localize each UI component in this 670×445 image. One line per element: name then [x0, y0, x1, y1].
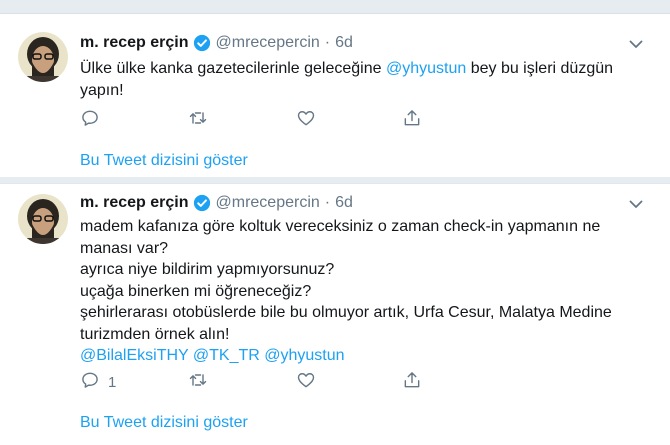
- verified-badge-icon: [193, 194, 211, 212]
- show-thread-link[interactable]: Bu Tweet dizisini göster: [80, 152, 248, 170]
- heart-icon: [296, 370, 316, 394]
- separator: ·: [324, 34, 331, 51]
- share-button[interactable]: [402, 370, 422, 394]
- author-name[interactable]: m. recep erçin: [80, 194, 189, 212]
- retweet-button[interactable]: [188, 108, 208, 132]
- tweet-text: madem kafanıza göre koltuk vereceksiniz …: [80, 216, 650, 367]
- tweet-header: m. recep erçin @mrecepercin · 6d: [80, 192, 353, 214]
- heart-icon: [296, 108, 316, 132]
- mention-link[interactable]: @yhyustun: [264, 347, 344, 364]
- reply-icon: [80, 108, 100, 132]
- avatar[interactable]: [18, 32, 68, 82]
- tweet-text-part: bey bu işleri düzgün: [466, 60, 614, 77]
- retweet-icon: [188, 370, 208, 394]
- chevron-down-icon[interactable]: [628, 196, 644, 212]
- tweet-text-line: madem kafanıza göre koltuk vereceksiniz …: [80, 218, 601, 235]
- author-handle[interactable]: @mrecepercin: [216, 34, 320, 52]
- reply-icon: [80, 370, 100, 394]
- author-handle[interactable]: @mrecepercin: [216, 194, 320, 212]
- mention-link[interactable]: @yhyustun: [386, 60, 466, 77]
- mention-link[interactable]: @TK_TR: [193, 347, 260, 364]
- share-button[interactable]: [402, 108, 422, 132]
- share-icon: [402, 108, 422, 132]
- tweet-actions: [80, 108, 440, 132]
- top-divider-strip: [0, 0, 670, 14]
- chevron-down-icon[interactable]: [628, 36, 644, 52]
- tweet-text-part: Ülke ülke kanka gazetecilerinle geleceği…: [80, 60, 386, 77]
- separator: ·: [324, 194, 331, 211]
- timestamp[interactable]: 6d: [335, 34, 353, 52]
- tweet-text-line: ayrıca niye bildirim yapmıyorsunuz?: [80, 261, 335, 278]
- retweet-button[interactable]: [188, 370, 208, 394]
- tweet-text-line: yapın!: [80, 81, 124, 99]
- retweet-icon: [188, 108, 208, 132]
- tweet-1[interactable]: m. recep erçin @mrecepercin · 6d Ülke ül…: [0, 14, 670, 184]
- tweet-divider: [0, 177, 670, 183]
- verified-badge-icon: [193, 34, 211, 52]
- show-thread-link[interactable]: Bu Tweet dizisini göster: [80, 414, 248, 432]
- tweet-2[interactable]: m. recep erçin @mrecepercin · 6d madem k…: [0, 184, 670, 445]
- mention-link[interactable]: @BilalEksiTHY: [80, 347, 188, 364]
- tweet-text-line: şehirlerarası otobüslerde bile bu olmuyo…: [80, 304, 612, 321]
- tweet-text-line: turizmden örnek alın!: [80, 325, 230, 343]
- reply-button[interactable]: [80, 108, 108, 132]
- like-button[interactable]: [296, 108, 316, 132]
- timestamp[interactable]: 6d: [335, 194, 353, 212]
- tweet-text-line: uçağa binerken mi öğreneceğiz?: [80, 282, 312, 300]
- reply-button[interactable]: 1: [80, 370, 116, 394]
- reply-count: 1: [108, 373, 117, 391]
- author-name[interactable]: m. recep erçin: [80, 34, 189, 52]
- share-icon: [402, 370, 422, 394]
- tweet-text: Ülke ülke kanka gazetecilerinle geleceği…: [80, 58, 650, 101]
- tweet-actions: 1: [80, 370, 440, 394]
- like-button[interactable]: [296, 370, 316, 394]
- avatar[interactable]: [18, 194, 68, 244]
- tweet-header: m. recep erçin @mrecepercin · 6d: [80, 32, 353, 54]
- tweet-text-line: manası var?: [80, 239, 169, 257]
